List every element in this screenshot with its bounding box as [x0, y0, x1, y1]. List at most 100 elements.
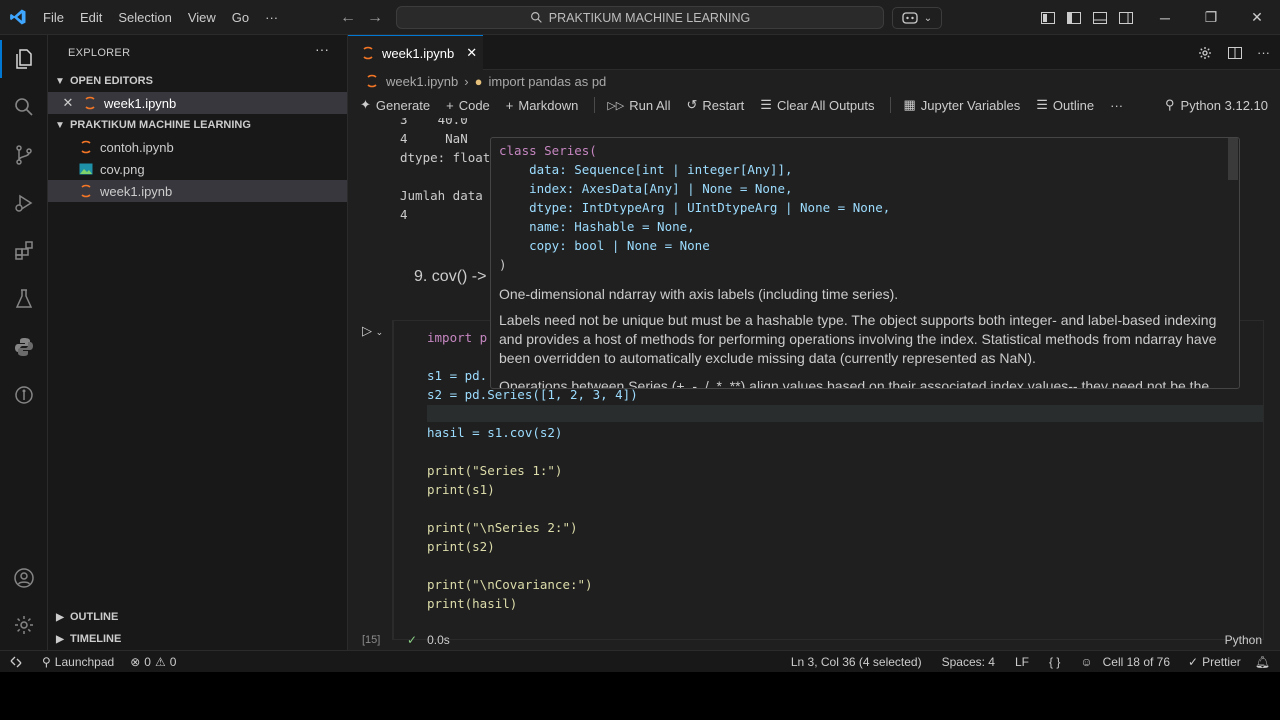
extensions-icon[interactable]	[0, 227, 48, 275]
run-debug-icon[interactable]	[0, 179, 48, 227]
menu-edit[interactable]: Edit	[72, 0, 110, 35]
cell-indicator[interactable]: Cell 18 of 76	[1103, 655, 1170, 669]
code-line-3: s1 = pd.	[427, 368, 487, 383]
back-arrow-icon[interactable]: ←	[340, 0, 356, 35]
toggle-panel-icon[interactable]	[1092, 10, 1108, 26]
signature-text: dtype: IntDtypeArg | UIntDtypeArg | None…	[499, 200, 891, 215]
explorer-more-button[interactable]: ···	[315, 41, 329, 57]
copilot-icon	[902, 12, 918, 24]
file-label: contoh.ipynb	[100, 139, 174, 155]
forward-arrow-icon[interactable]: →	[367, 0, 383, 35]
jupyter-variables-button[interactable]: ▦ Jupyter Variables	[903, 97, 1020, 113]
end-of-line[interactable]: LF	[1015, 655, 1029, 669]
toggle-secondary-sidebar-icon[interactable]	[1118, 10, 1134, 26]
restart-button[interactable]: ↺ Restart	[686, 97, 744, 113]
status-bar: ⚲ Launchpad ⊗ 0 ⚠ 0 Ln 3, Col 36 (4 sele…	[0, 650, 1280, 672]
more-actions-icon[interactable]: ···	[1257, 45, 1270, 60]
minimize-icon[interactable]: ─	[1142, 0, 1188, 35]
menu-view[interactable]: View	[180, 0, 224, 35]
hover-description: Operations between Series (+, -, /, *, *…	[499, 378, 1210, 389]
breadcrumb-file[interactable]: week1.ipynb	[386, 74, 458, 89]
file-item-cov[interactable]: cov.png	[48, 158, 347, 180]
copilot-status-icon[interactable]: ☺	[1080, 655, 1092, 669]
output-line: 4 NaN	[400, 131, 468, 146]
file-item-contoh[interactable]: contoh.ipynb	[48, 136, 347, 158]
prettier-button[interactable]: ✓ Prettier	[1188, 655, 1241, 669]
layout-panels-icon[interactable]	[1040, 10, 1056, 26]
toggle-sidebar-icon[interactable]	[1066, 10, 1082, 26]
source-control-icon[interactable]	[0, 131, 48, 179]
outline-icon: ☰	[1036, 97, 1048, 112]
split-editor-icon[interactable]	[1227, 45, 1243, 61]
gitlens-icon[interactable]	[0, 371, 48, 419]
explorer-title: EXPLORER	[68, 47, 131, 59]
chevron-down-icon: ⌄	[375, 327, 384, 337]
close-tab-icon[interactable]: ✕	[466, 45, 477, 61]
generate-button[interactable]: ✦ Generate	[360, 97, 430, 113]
timeline-section-header[interactable]: ▶ TIMELINE	[48, 628, 348, 650]
restore-icon[interactable]: ❐	[1188, 0, 1234, 35]
close-icon[interactable]: ✕	[60, 95, 76, 111]
copilot-button[interactable]: ⌄	[892, 7, 942, 29]
markdown-heading: 9. cov() ->	[414, 268, 487, 285]
outline-button[interactable]: ☰ Outline	[1036, 97, 1094, 113]
clear-outputs-button[interactable]: ☰ Clear All Outputs	[760, 97, 874, 113]
settings-gear-icon[interactable]	[0, 601, 48, 649]
hover-scrollbar[interactable]	[1228, 138, 1238, 180]
cell-label: Cell 18 of 76	[1102, 654, 1171, 669]
execution-time: 0.0s	[427, 633, 450, 647]
vscode-logo-icon[interactable]	[0, 0, 35, 35]
remote-indicator-icon[interactable]	[0, 651, 32, 673]
run-all-button[interactable]: ▷▷ Run All	[607, 98, 670, 113]
notifications-bell-icon[interactable]: 🔔︎	[1255, 655, 1270, 669]
close-window-icon[interactable]: ✕	[1234, 0, 1280, 35]
command-center[interactable]: PRAKTIKUM MACHINE LEARNING	[396, 6, 884, 29]
language-mode[interactable]: { }	[1049, 655, 1060, 669]
open-editor-item[interactable]: ✕ week1.ipynb	[48, 92, 347, 114]
tab-week1[interactable]: week1.ipynb ✕	[348, 35, 483, 70]
menu-more[interactable]: ···	[257, 0, 286, 35]
notebook-file-icon	[82, 95, 98, 111]
file-item-week1[interactable]: week1.ipynb	[48, 180, 347, 202]
kernel-picker[interactable]: ⚲ Python 3.12.10	[1165, 92, 1268, 118]
code-token: s2 = pd.Series([1, 2, 3, 4])	[427, 387, 638, 402]
workspace-folder-header[interactable]: ▼ PRAKTIKUM MACHINE LEARNING	[48, 114, 348, 136]
menu-selection[interactable]: Selection	[110, 0, 179, 35]
menu-file[interactable]: File	[35, 0, 72, 35]
title-bar: File Edit Selection View Go ··· ← → PRAK…	[0, 0, 1280, 35]
code-token: s1 = pd.	[427, 368, 488, 383]
launchpad-button[interactable]: ⚲ Launchpad	[42, 655, 114, 669]
outline-section-header[interactable]: ▶ OUTLINE	[48, 606, 348, 628]
problems-button[interactable]: ⊗ 0 ⚠ 0	[130, 655, 176, 669]
testing-flask-icon[interactable]	[0, 275, 48, 323]
add-code-button[interactable]: + Code	[446, 98, 490, 113]
breadcrumb-cell[interactable]: import pandas as pd	[488, 74, 606, 89]
chevron-down-icon: ⌄	[923, 12, 933, 24]
indentation[interactable]: Spaces: 4	[942, 655, 995, 669]
code-line-15: print(hasil)	[427, 596, 517, 611]
output-line: dtype: float	[400, 150, 491, 165]
python-icon[interactable]	[0, 323, 48, 371]
code-token: print("Series 1:")	[427, 463, 563, 478]
menu-go[interactable]: Go	[224, 0, 257, 35]
launchpad-label: Launchpad	[54, 654, 115, 669]
notebook-file-icon	[78, 183, 94, 199]
notebook-file-icon	[364, 73, 380, 89]
add-markdown-button[interactable]: + Markdown	[506, 98, 579, 113]
output-line: 4	[400, 207, 408, 222]
signature-line: data: Sequence[int | integer[Any]],	[499, 162, 792, 177]
success-check-icon: ✓	[407, 633, 418, 647]
search-icon[interactable]	[0, 83, 48, 131]
account-icon[interactable]	[0, 554, 48, 602]
kernel-icon: ⚲	[1165, 97, 1175, 112]
braces-label: { }	[1049, 654, 1061, 669]
cell-language[interactable]: Python	[1225, 633, 1262, 647]
code-token: print("\nCovariance:")	[427, 577, 593, 592]
cursor-position[interactable]: Ln 3, Col 36 (4 selected)	[791, 655, 922, 669]
plus-icon: +	[505, 97, 514, 113]
toolbar-more-button[interactable]: ···	[1110, 98, 1123, 113]
open-editors-header[interactable]: ▼ OPEN EDITORS	[48, 70, 348, 92]
run-cell-button[interactable]: ▷ ⌄	[362, 323, 383, 339]
settings-gear-icon[interactable]	[1197, 45, 1213, 61]
explorer-icon[interactable]	[0, 35, 48, 83]
